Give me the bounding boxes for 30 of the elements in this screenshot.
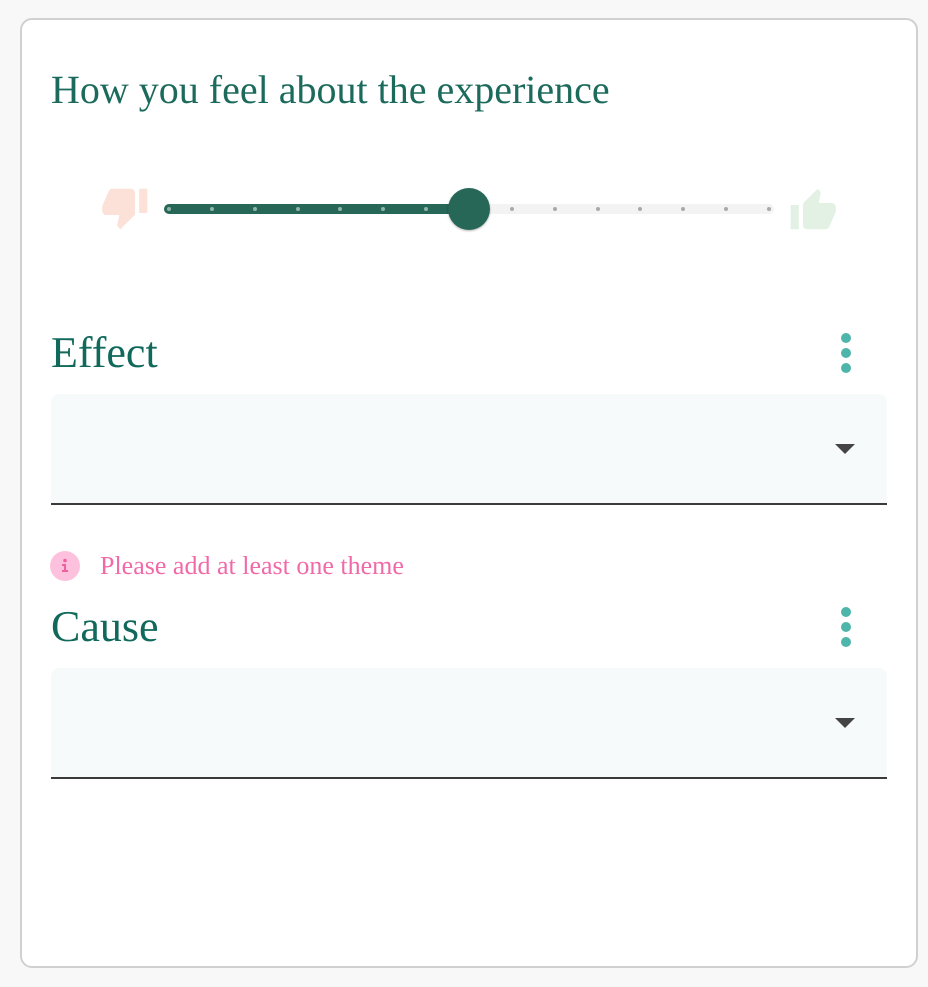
kebab-icon (841, 333, 851, 373)
slider-tick (424, 207, 428, 211)
slider-tick (381, 207, 386, 211)
slider-tick (510, 207, 514, 211)
dropdown-field[interactable] (51, 394, 887, 505)
caret-icon (835, 444, 855, 454)
more-options-button[interactable] (841, 333, 851, 373)
slider-tick (210, 207, 214, 211)
slider-tick (638, 207, 642, 211)
section-heading: Effect (51, 327, 158, 379)
slider-tick (596, 207, 600, 211)
kebab-icon (841, 607, 851, 647)
slider-tick (767, 207, 771, 211)
slider-tick (167, 207, 171, 211)
thumbs-up-icon (790, 188, 836, 230)
warning-message: Please add at least one theme (100, 550, 404, 582)
caret-icon (835, 718, 855, 728)
thumbs-down-icon (102, 188, 148, 230)
slider-tick (552, 207, 557, 211)
slider-tick (252, 207, 257, 211)
slider-tick (724, 207, 728, 211)
info-icon (50, 551, 80, 581)
slider-thumb[interactable] (448, 188, 490, 230)
card-title: How you feel about the experience (51, 66, 611, 114)
slider-tick (681, 207, 686, 211)
dropdown-field[interactable] (51, 668, 887, 779)
section-heading: Cause (51, 601, 159, 653)
slider-tick (296, 207, 300, 211)
more-options-button[interactable] (841, 607, 851, 647)
slider-tick (338, 207, 342, 211)
